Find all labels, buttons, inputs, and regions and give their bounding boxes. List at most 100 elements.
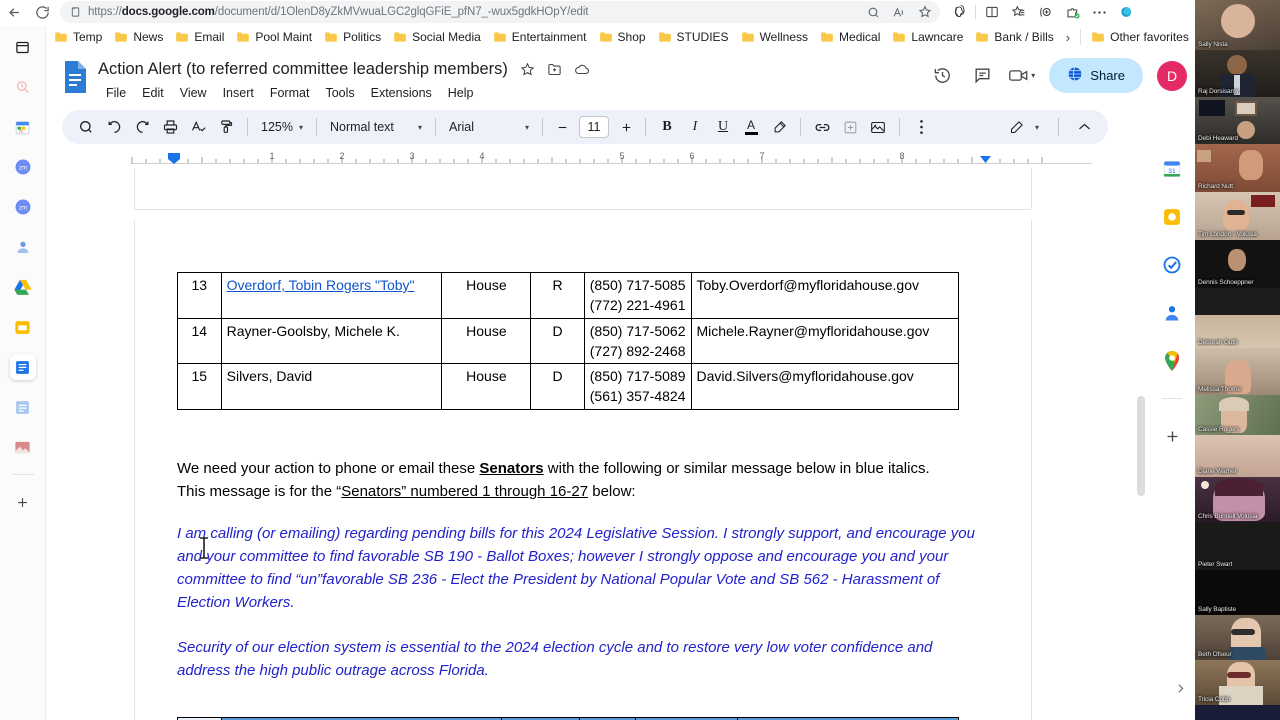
document-scrollbar[interactable] (1137, 396, 1145, 496)
google-calendar-icon[interactable]: 31 (1161, 158, 1183, 180)
expand-panel-icon[interactable] (1174, 682, 1187, 698)
redo-icon[interactable] (128, 113, 156, 141)
copilot-icon[interactable] (1113, 0, 1140, 24)
table-row[interactable]: 15 Silvers, David House D (850) 717-5089… (177, 363, 959, 410)
bookmark-item[interactable]: Wellness (735, 28, 814, 46)
script-paragraph-1[interactable]: I am calling (or emailing) regarding pen… (177, 523, 989, 615)
participant-tile[interactable]: Melissa Thorne (1195, 348, 1280, 395)
legislator-link[interactable]: Overdorf, Tobin Rogers "Toby" (227, 277, 415, 293)
video-camera-icon[interactable]: ▾ (1009, 63, 1035, 89)
italic-button[interactable]: I (681, 113, 709, 141)
cell-name[interactable]: Overdorf, Tobin Rogers "Toby" (220, 272, 443, 319)
menu-help[interactable]: Help (442, 84, 480, 102)
zoom-select[interactable]: 125% ▾ (255, 114, 309, 140)
google-docs-rail-icon-2[interactable] (10, 394, 36, 420)
print-icon[interactable] (156, 113, 184, 141)
bold-button[interactable]: B (653, 113, 681, 141)
participant-tile[interactable]: Cassie Rogers (1195, 395, 1280, 435)
calendar-rail-icon[interactable]: 26 (10, 114, 36, 140)
google-docs-rail-icon-active[interactable] (9, 354, 36, 380)
split-screen-icon[interactable] (978, 0, 1005, 24)
participant-tile[interactable]: Deborah Guth (1195, 288, 1280, 348)
document-page[interactable]: 13 Overdorf, Tobin Rogers "Toby" House R… (134, 220, 1032, 720)
instruction-paragraph-2[interactable]: This message is for the “Senators” numbe… (177, 481, 989, 504)
zoom-rail-icon-1[interactable]: zm (10, 154, 36, 180)
menu-insert[interactable]: Insert (217, 84, 260, 102)
participant-tile[interactable]: Richard Nutt (1195, 144, 1280, 192)
add-profile-icon[interactable] (1032, 0, 1059, 24)
bookmark-item[interactable]: Social Media (387, 28, 487, 46)
participant-tile[interactable]: Diane Warner (1195, 435, 1280, 477)
participant-tile[interactable]: Sally Baptiste (1195, 570, 1280, 615)
google-docs-logo[interactable] (62, 60, 88, 94)
get-add-ons-icon[interactable] (1161, 425, 1183, 447)
bookmarks-overflow-icon[interactable]: › (1060, 28, 1076, 47)
add-comment-icon[interactable] (836, 113, 864, 141)
chevron-down-icon[interactable]: ▾ (1035, 123, 1039, 132)
bookmark-item[interactable]: Medical (814, 28, 886, 46)
star-icon[interactable] (520, 62, 535, 77)
favorite-star-icon[interactable] (918, 5, 932, 19)
bookmark-item[interactable]: News (108, 28, 169, 46)
underline-button[interactable]: U (709, 113, 737, 141)
document-canvas[interactable]: 13 Overdorf, Tobin Rogers "Toby" House R… (46, 168, 1195, 720)
google-maps-icon[interactable] (1161, 350, 1183, 372)
contacts-rail-icon[interactable] (10, 234, 36, 260)
bookmark-item[interactable]: Email (169, 28, 230, 46)
increase-font-size-button[interactable] (614, 113, 638, 141)
participant-tile[interactable]: Pieter Swart (1195, 522, 1280, 570)
add-rail-icon[interactable] (10, 489, 36, 515)
participant-tile[interactable]: Dennis Schoeppner (1195, 240, 1280, 288)
chevron-down-icon[interactable]: ▾ (1031, 71, 1035, 80)
copilot-rail-icon[interactable] (10, 74, 36, 100)
menu-file[interactable]: File (100, 84, 132, 102)
instruction-paragraph[interactable]: We need your action to phone or email th… (177, 458, 989, 481)
menu-view[interactable]: View (174, 84, 213, 102)
image-rail-icon[interactable] (10, 434, 36, 460)
comment-icon[interactable] (969, 63, 995, 89)
script-paragraph-2[interactable]: Security of our election system is essen… (177, 637, 989, 683)
address-bar[interactable]: https://docs.google.com/document/d/1Olen… (60, 1, 940, 23)
spellcheck-icon[interactable] (184, 113, 212, 141)
read-aloud-icon[interactable] (892, 5, 906, 19)
more-vertical-icon[interactable] (907, 113, 935, 141)
saved-to-drive-icon[interactable] (574, 62, 590, 77)
text-color-button[interactable]: A (737, 113, 765, 141)
google-tasks-icon[interactable] (1161, 254, 1183, 276)
move-to-folder-icon[interactable] (547, 62, 562, 77)
participant-tile[interactable]: Tim London - Volusia (1195, 192, 1280, 240)
google-drive-rail-icon[interactable] (10, 274, 36, 300)
back-arrow-icon[interactable] (0, 0, 28, 24)
font-size-input[interactable]: 11 (579, 116, 609, 138)
share-button[interactable]: Share (1049, 58, 1143, 93)
bookmark-item[interactable]: Temp (48, 28, 108, 46)
decrease-font-size-button[interactable] (550, 113, 574, 141)
participant-tile[interactable]: Ty Patten (1195, 705, 1280, 720)
participant-tile[interactable]: Chris Bunnell Volusia (1195, 477, 1280, 522)
participant-tile[interactable]: Tricia Cobb (1195, 660, 1280, 705)
site-info-icon[interactable] (68, 5, 82, 19)
docs-ruler[interactable]: 1 2 3 4 5 6 7 8 (130, 150, 1092, 168)
search-page-icon[interactable] (866, 5, 880, 19)
zoom-rail-icon-2[interactable]: zm (10, 194, 36, 220)
table-row[interactable]: 13 Overdorf, Tobin Rogers "Toby" House R… (177, 272, 959, 319)
bookmark-item[interactable]: Pool Maint (230, 28, 318, 46)
tab-actions-icon[interactable] (10, 34, 36, 60)
undo-icon[interactable] (100, 113, 128, 141)
paragraph-style-select[interactable]: Normal text ▾ (324, 114, 428, 140)
menu-format[interactable]: Format (264, 84, 316, 102)
document-title[interactable]: Action Alert (to referred committee lead… (98, 60, 508, 79)
zoom-participant-strip[interactable]: Sally Nista Raj Dorsisamy Debi Heaward R… (1195, 0, 1280, 720)
bookmark-item[interactable]: STUDIES (652, 28, 735, 46)
collections-icon[interactable] (1005, 0, 1032, 24)
google-contacts-icon[interactable] (1161, 302, 1183, 324)
menu-edit[interactable]: Edit (136, 84, 170, 102)
font-family-select[interactable]: Arial ▾ (443, 114, 535, 140)
table-row[interactable]: 14 Rayner-Goolsby, Michele K. House D (8… (177, 317, 959, 365)
editing-mode-pen-icon[interactable] (1003, 113, 1031, 141)
bookmark-item[interactable]: Shop (593, 28, 652, 46)
insert-image-icon[interactable] (864, 113, 892, 141)
browser-essentials-icon[interactable] (946, 0, 973, 24)
bookmark-item[interactable]: Politics (318, 28, 387, 46)
version-history-icon[interactable] (929, 63, 955, 89)
